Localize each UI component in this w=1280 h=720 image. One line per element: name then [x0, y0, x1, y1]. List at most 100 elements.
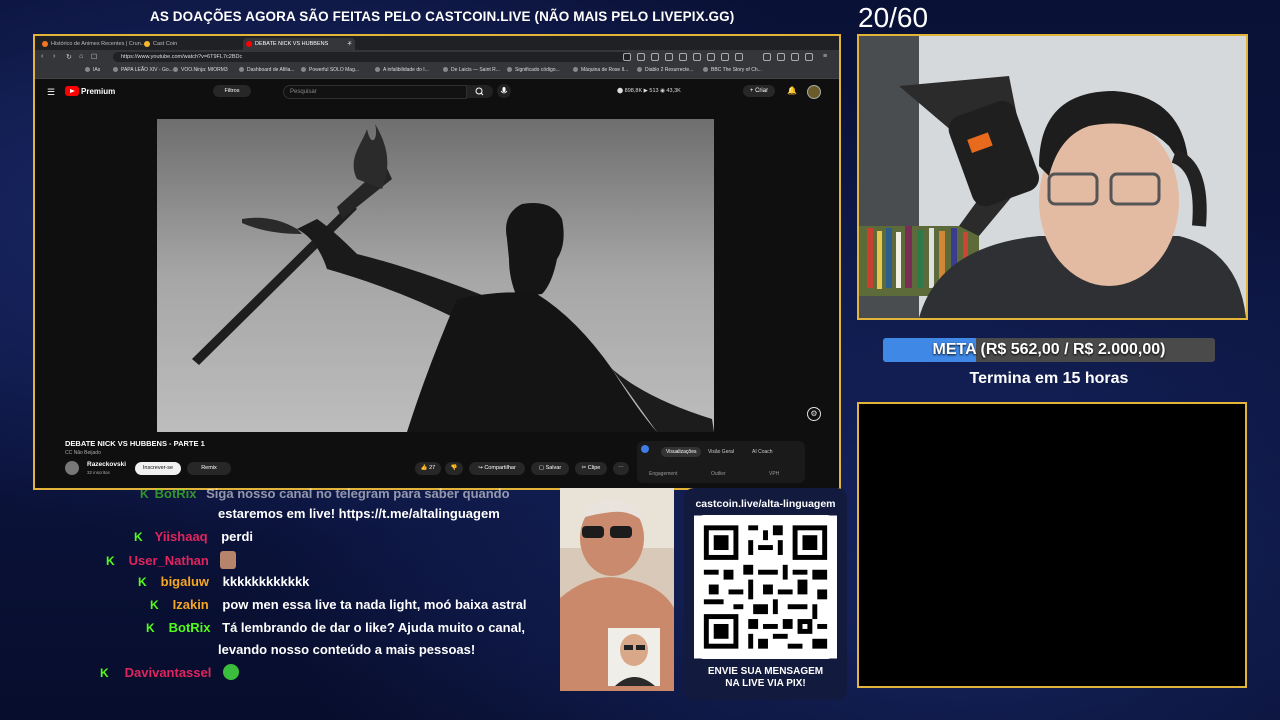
video-title: DEBATE NICK VS HUBBENS - PARTE 1 [65, 439, 205, 448]
bookmark-item[interactable]: Powerful SOLO Mag... [301, 67, 359, 73]
extension-icon[interactable] [735, 53, 743, 61]
subscribe-button[interactable]: Inscrever-se [135, 462, 181, 475]
video-player[interactable] [157, 119, 714, 432]
extension-icon[interactable] [679, 53, 687, 61]
hamburger-menu-icon[interactable]: ☰ [47, 87, 55, 98]
webcam-feed [857, 34, 1248, 320]
extension-icon[interactable] [693, 53, 701, 61]
notifications-bell-icon[interactable]: 🔔 [787, 86, 797, 95]
pix-line-1: ENVIE SUA MENSAGEM [707, 666, 824, 677]
youtube-logo-icon[interactable] [65, 86, 79, 96]
extension-icon[interactable] [637, 53, 645, 61]
profile-icon[interactable] [805, 53, 813, 61]
channel-subscribers: 32 inscritos [87, 470, 110, 475]
kick-badge-icon: K [140, 487, 149, 501]
extension-icon[interactable] [707, 53, 715, 61]
bookmark-item[interactable]: PAPA LEÃO XIV - Go... [113, 67, 173, 73]
avatar[interactable] [807, 85, 821, 99]
share-label: Compartilhar [484, 465, 516, 471]
chat-text: Tá lembrando de dar o like? Ajuda muito … [222, 620, 526, 635]
chat-username[interactable]: Yiishaaq [155, 529, 208, 544]
new-tab-button[interactable]: + [347, 38, 357, 50]
like-button[interactable]: 👍 27 [415, 462, 441, 475]
share-button[interactable]: ↪ Compartilhar [469, 462, 525, 475]
channel-name[interactable]: Razeckovski [87, 461, 126, 468]
bookmark-item[interactable]: VOO.Ninja: MIORM3 [173, 67, 228, 73]
menu-icon[interactable]: ≡ [823, 53, 827, 60]
qr-code-icon [694, 515, 837, 659]
extension-icon[interactable] [623, 53, 631, 61]
browser-tab[interactable]: Histórico de Animes Recentes | Crun... [39, 38, 149, 50]
donation-banner: AS DOAÇÕES AGORA SÃO FEITAS PELO CASTCOI… [150, 9, 735, 24]
more-options-button[interactable]: ⋯ [613, 462, 629, 475]
youtube-icon [246, 41, 252, 47]
dislike-button[interactable]: 👎 [445, 462, 463, 475]
bookmark-item[interactable]: Dashboard de Afilia... [239, 67, 295, 73]
extension-icon[interactable] [665, 53, 673, 61]
chat-message: K Yiishaaq perdi [134, 529, 253, 544]
chat-text: kkkkkkkkkkkk [222, 574, 310, 589]
kick-badge-icon: K [150, 598, 159, 612]
bookmark-item[interactable]: Significado código... [507, 67, 560, 73]
clip-label: Clipe [587, 465, 601, 471]
kick-badge-icon: K [146, 621, 155, 635]
back-icon[interactable]: ‹ [41, 53, 43, 60]
search-input[interactable]: Pesquisar [283, 85, 467, 99]
chat-message: K Davivantassel [100, 664, 239, 680]
browser-tab[interactable]: Cast Coin [141, 38, 253, 50]
youtube-header: ☰ Premium Filtros Pesquisar ⬤ 898,8K ▶ 5… [35, 79, 839, 105]
extension-icon[interactable] [651, 53, 659, 61]
bookmark-item[interactable]: IAs [85, 67, 100, 73]
url-field[interactable]: https://www.youtube.com/watch?v=6T9FL7c2… [113, 52, 631, 62]
browser-tab-active[interactable]: DEBATE NICK VS HUBBENS × [243, 38, 355, 50]
channel-avatar[interactable] [65, 461, 79, 475]
panel-tab-overview[interactable]: Visão Geral [703, 447, 739, 457]
chat-message: K Izakin pow men essa live ta nada light… [150, 597, 527, 612]
microphone-icon [500, 87, 508, 94]
bookmark-item[interactable]: Máquina de Rose Il... [573, 67, 628, 73]
chat-username[interactable]: BotRix [169, 620, 211, 635]
pix-line-2: NA LIVE VIA PIX! [725, 678, 806, 689]
filters-button[interactable]: Filtros [213, 85, 251, 97]
extension-icon[interactable] [791, 53, 799, 61]
chat-username[interactable]: User_Nathan [129, 553, 209, 568]
chat-username[interactable]: Davivantassel [125, 665, 212, 680]
remix-button[interactable]: Remix [187, 462, 231, 475]
donation-goal-bar: META (R$ 562,00 / R$ 2.000,00) [883, 338, 1215, 362]
bookmark-item[interactable]: BBC The Story of Ch... [703, 67, 762, 73]
chat-text: levando nosso conteúdo a mais pessoas! [218, 642, 476, 657]
create-button[interactable]: + Criar [743, 85, 775, 97]
share-icon: ↪ [478, 465, 483, 471]
donation-qr-card: castcoin.live/alta-linguagem ENVIE SUA M… [684, 488, 847, 700]
search-button[interactable] [467, 85, 493, 98]
bookmark-item[interactable]: Diablo 2 Resurrecte... [637, 67, 693, 73]
vidiq-panel: Visualizações Visão Geral AI Coach Engag… [637, 441, 805, 483]
clip-button[interactable]: ✂ Clipe [575, 462, 607, 475]
chat-message: K BotRix Tá lembrando de dar o like? Aju… [146, 620, 525, 635]
panel-tab-views[interactable]: Visualizações [661, 447, 702, 457]
chat-username[interactable]: Izakin [173, 597, 209, 612]
chat-username[interactable]: BotRix [155, 486, 197, 501]
extension-icon[interactable] [721, 53, 729, 61]
reload-icon[interactable]: ↻ [66, 53, 72, 61]
qr-code[interactable] [694, 515, 837, 659]
captions-label: CC Não Beijado [65, 450, 101, 456]
goal-counter: 20/60 [858, 2, 929, 33]
bookmark-item[interactable]: A infalibilidade do I... [375, 67, 429, 73]
forward-icon[interactable]: › [53, 53, 55, 60]
photo-man-sunglasses-image [560, 488, 674, 691]
donation-url[interactable]: castcoin.live/alta-linguagem [684, 498, 847, 510]
chat-panel: K BotRix Siga nosso canal no telegram pa… [0, 482, 550, 697]
chat-username[interactable]: bigaluw [161, 574, 209, 589]
video-frame-statue-image [157, 119, 714, 432]
extension-icon[interactable] [763, 53, 771, 61]
youtube-premium-label: Premium [81, 87, 116, 96]
bookmark-icon[interactable]: ☐ [91, 53, 97, 61]
panel-tab-ai-coach[interactable]: AI Coach [747, 447, 778, 457]
settings-gear-icon[interactable]: ⚙ [807, 407, 821, 421]
home-icon[interactable]: ⌂ [79, 53, 83, 60]
save-button[interactable]: ▢ Salvar [531, 462, 569, 475]
bookmark-item[interactable]: De Laicis — Saint R... [443, 67, 500, 73]
extension-icon[interactable] [777, 53, 785, 61]
microphone-button[interactable] [497, 84, 511, 98]
